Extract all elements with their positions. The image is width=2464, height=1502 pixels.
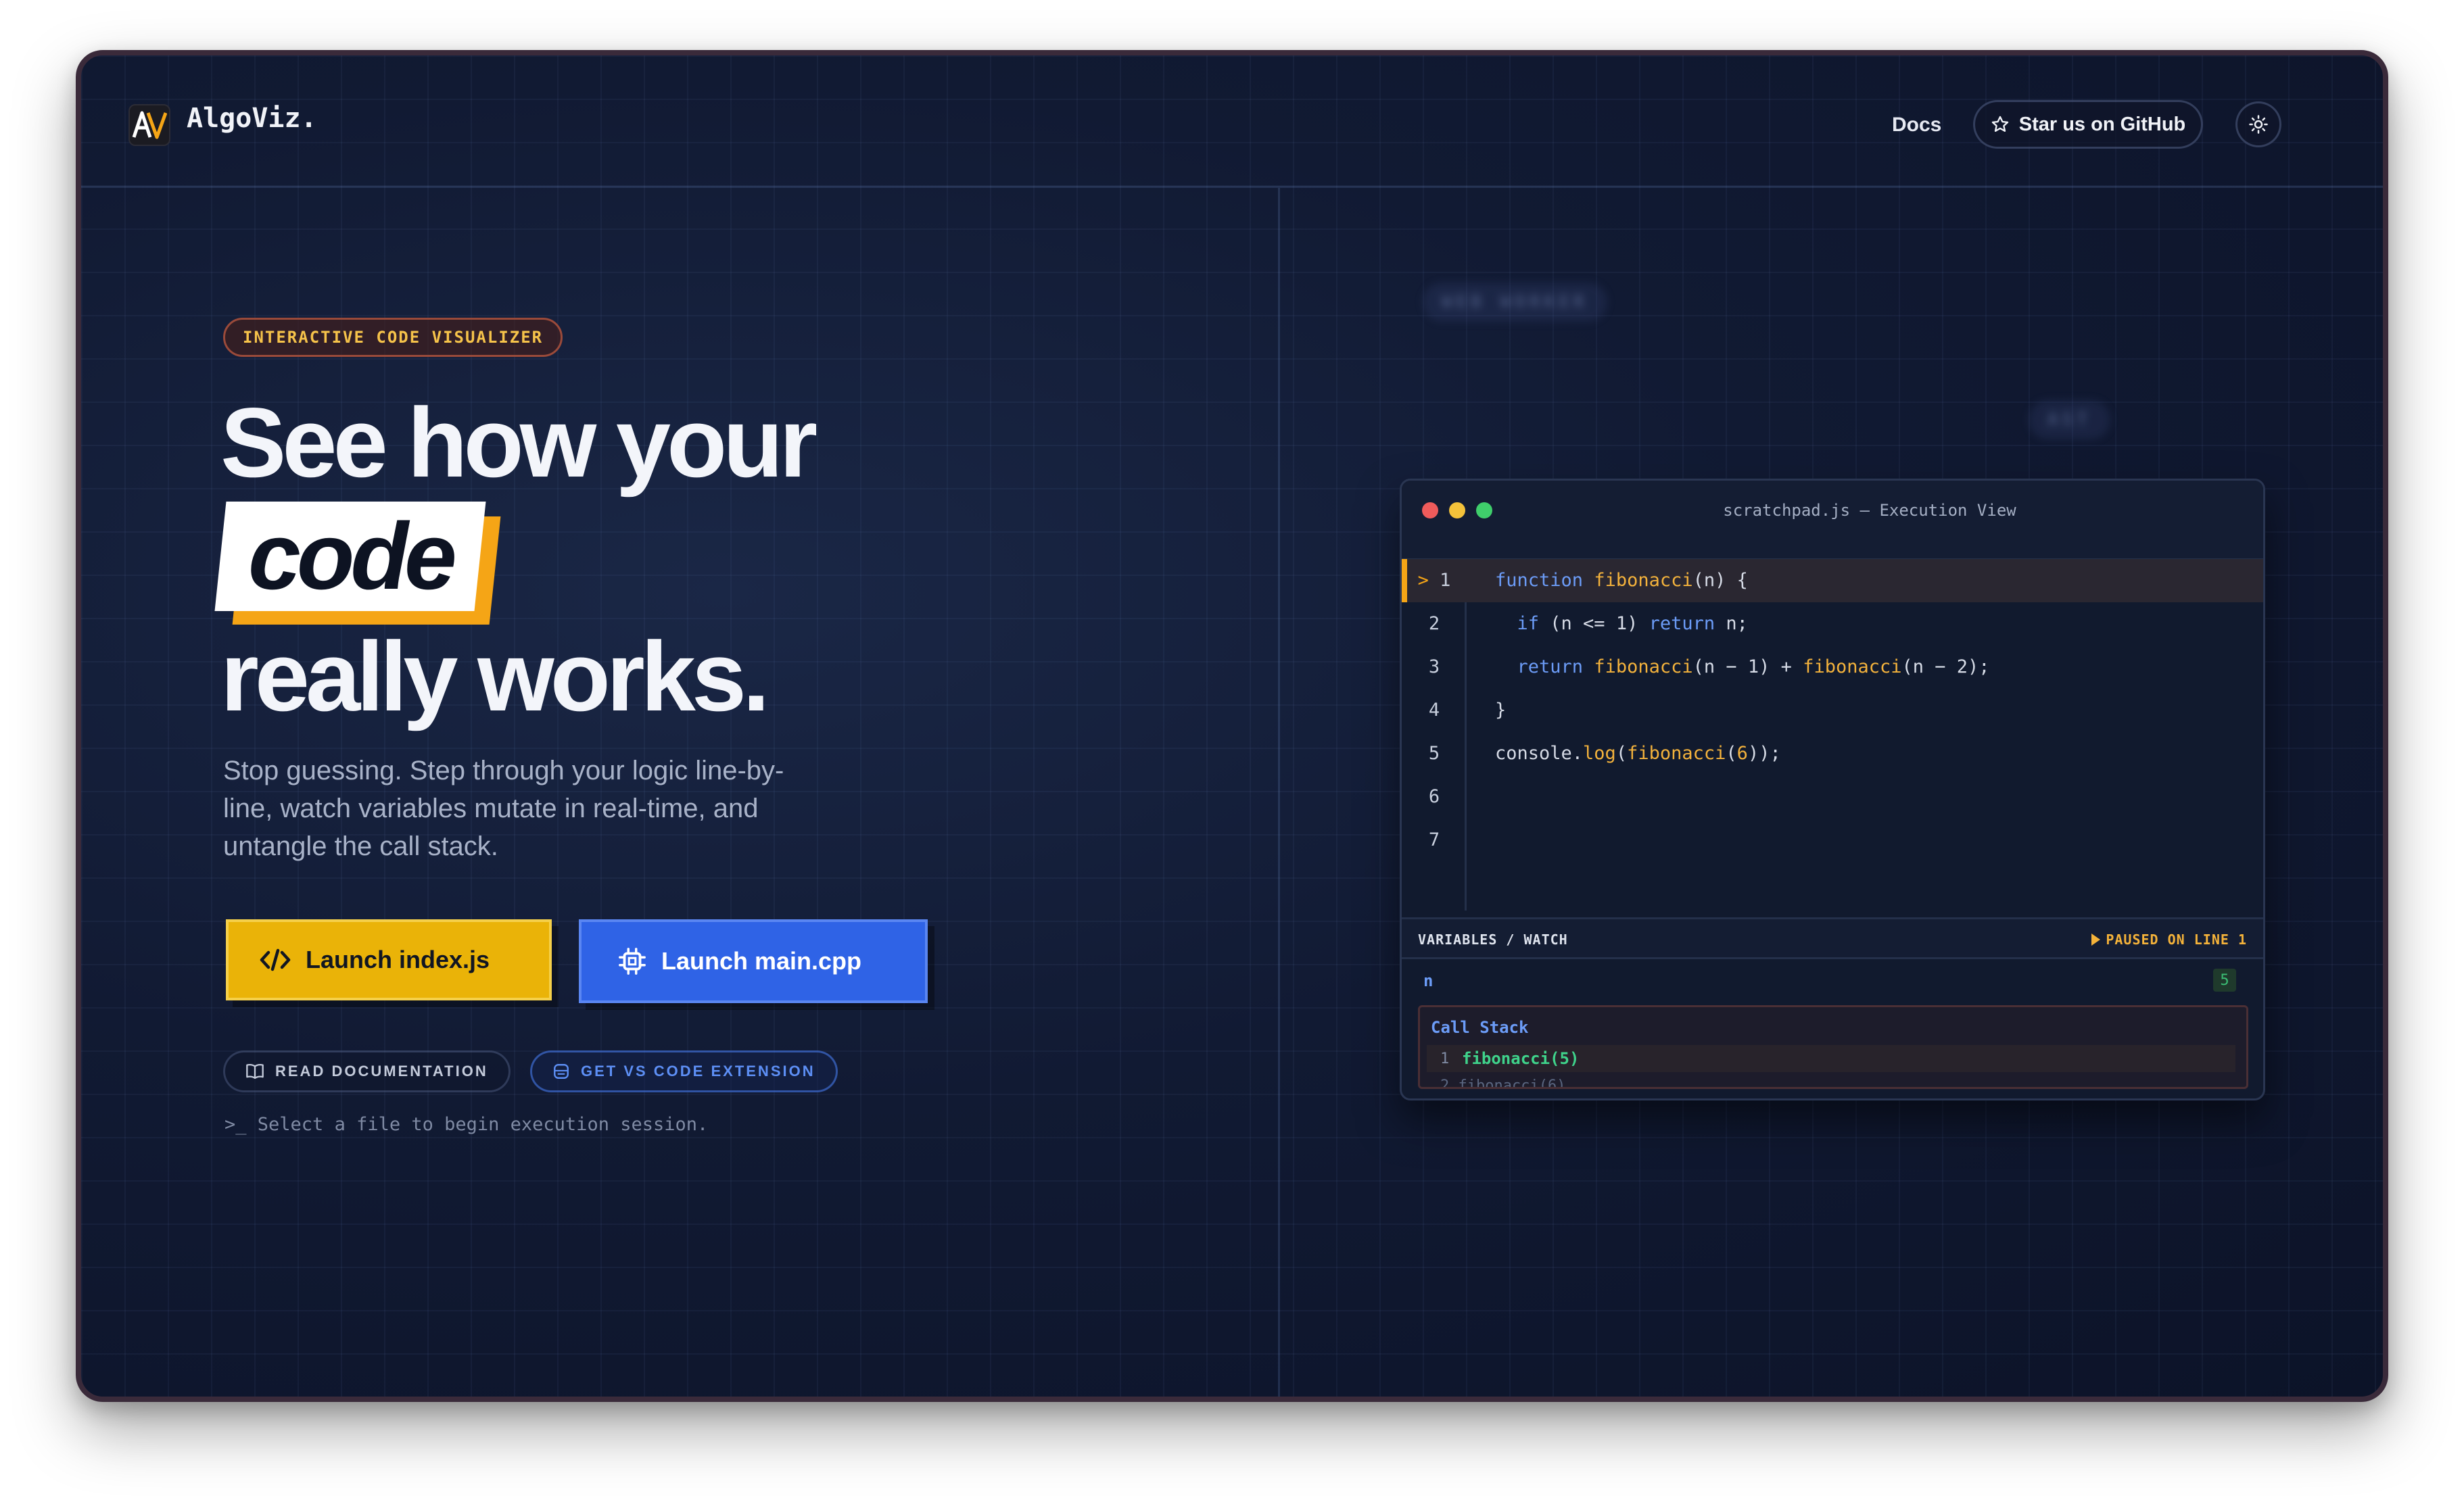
active-line-marker: > (1417, 570, 1429, 591)
watch-header: VARIABLES / WATCH PAUSED ON LINE 1 (1402, 917, 2263, 959)
read-documentation-label: READ DOCUMENTATION (275, 1063, 488, 1080)
logo-icon[interactable] (128, 104, 170, 146)
code-text-4: } (1495, 700, 1507, 721)
code-line-1[interactable]: > 1 function fibonacci(n) { (1402, 559, 2263, 602)
launch-cpp-label: Launch main.cpp (661, 947, 862, 975)
code-line-6[interactable]: 6 (1402, 775, 2263, 819)
prompt-symbol: >_ (224, 1114, 247, 1135)
call-stack-panel[interactable]: Call Stack 1 fibonacci(5) 2 fibonacci(6) (1418, 1005, 2248, 1089)
nav-docs-link[interactable]: Docs (1892, 114, 1941, 137)
line-number-1: > 1 (1417, 570, 1451, 591)
code-line-4[interactable]: 4 } (1402, 689, 2263, 732)
headline-line-1: See how your (220, 387, 818, 498)
launch-js-label: Launch index.js (306, 946, 490, 973)
play-icon (2091, 934, 2101, 946)
code-editor[interactable]: > 1 function fibonacci(n) { 2 if (n <= 1… (1402, 559, 2263, 911)
frame-index: 1 (1440, 1050, 1450, 1067)
hero-description: Stop guessing. Step through your logic l… (223, 756, 784, 861)
code-text-2: if (n <= 1) return n; (1517, 613, 1748, 634)
line-number-4: 4 (1428, 700, 1440, 721)
launch-js-button[interactable]: Launch index.js (226, 919, 552, 1000)
execution-view-panel: scratchpad.js — Execution View > 1 funct… (1400, 479, 2265, 1100)
code-text-5: console.log(fibonacci(6)); (1495, 743, 1781, 764)
call-stack-frame[interactable]: 1 fibonacci(5) (1427, 1045, 2235, 1072)
brand-name[interactable]: AlgoViz. (187, 103, 317, 134)
editor-title: scratchpad.js — Execution View (1723, 501, 2016, 520)
line-number-3: 3 (1428, 656, 1440, 677)
variable-name: n (1423, 971, 1434, 990)
github-star-button[interactable]: Star us on GitHub (1973, 100, 2203, 149)
read-documentation-button[interactable]: READ DOCUMENTATION (223, 1050, 511, 1092)
line-number-6: 6 (1428, 786, 1440, 807)
app-window: WEB WORKER AST AlgoViz. Docs Star us on … (76, 50, 2388, 1402)
code-line-5[interactable]: 5 console.log(fibonacci(6)); (1402, 732, 2263, 775)
github-star-label: Star us on GitHub (2018, 113, 2186, 135)
line-number-5: 5 (1428, 743, 1440, 764)
frame-function: fibonacci(5) (1462, 1049, 1580, 1068)
code-text-1: function fibonacci(n) { (1495, 570, 1748, 591)
code-text-3: return fibonacci(n − 1) + fibonacci(n − … (1517, 656, 1990, 677)
line-number-2: 2 (1428, 613, 1440, 634)
bg-tag-web-worker: WEB WORKER (1423, 283, 1607, 322)
vscode-extension-label: GET VS CODE EXTENSION (581, 1063, 815, 1080)
sun-icon (2249, 115, 2268, 134)
chip-icon (619, 948, 646, 975)
status-prompt: >_ Select a file to begin execution sess… (224, 1114, 708, 1135)
bg-tag-ast: AST (2029, 400, 2110, 439)
code-line-2[interactable]: 2 if (n <= 1) return n; (1402, 602, 2263, 646)
editor-titlebar: scratchpad.js — Execution View (1402, 481, 2263, 560)
vscode-extension-button[interactable]: GET VS CODE EXTENSION (530, 1050, 838, 1092)
hero-badge: INTERACTIVE CODE VISUALIZER (223, 318, 563, 357)
headline-line-3: really works. (220, 621, 770, 731)
book-icon (246, 1063, 264, 1080)
code-line-3[interactable]: 3 return fibonacci(n − 1) + fibonacci(n … (1402, 646, 2263, 689)
star-icon (1991, 116, 2008, 132)
extension-icon (554, 1064, 569, 1079)
code-line-7[interactable]: 7 (1402, 819, 2263, 862)
vertical-divider (1278, 188, 1280, 1397)
launch-cpp-button[interactable]: Launch main.cpp (579, 919, 928, 1003)
call-stack-frame-partial: 2 fibonacci(6) (1440, 1077, 1566, 1089)
headline-highlight-text: code (247, 503, 453, 609)
theme-toggle-button[interactable] (2235, 101, 2281, 147)
highlight-face: code (214, 502, 486, 611)
watch-title: VARIABLES / WATCH (1418, 931, 1568, 948)
call-stack-title: Call Stack (1431, 1018, 1529, 1037)
prompt-text: Select a file to begin execution session… (257, 1114, 709, 1135)
top-nav: AlgoViz. Docs Star us on GitHub (81, 55, 2383, 188)
headline-highlight: code (214, 502, 501, 625)
line-number-7: 7 (1428, 829, 1440, 850)
variable-value: 5 (2213, 969, 2236, 992)
paused-status: PAUSED ON LINE 1 (2091, 931, 2247, 948)
code-brackets-icon (260, 948, 291, 971)
